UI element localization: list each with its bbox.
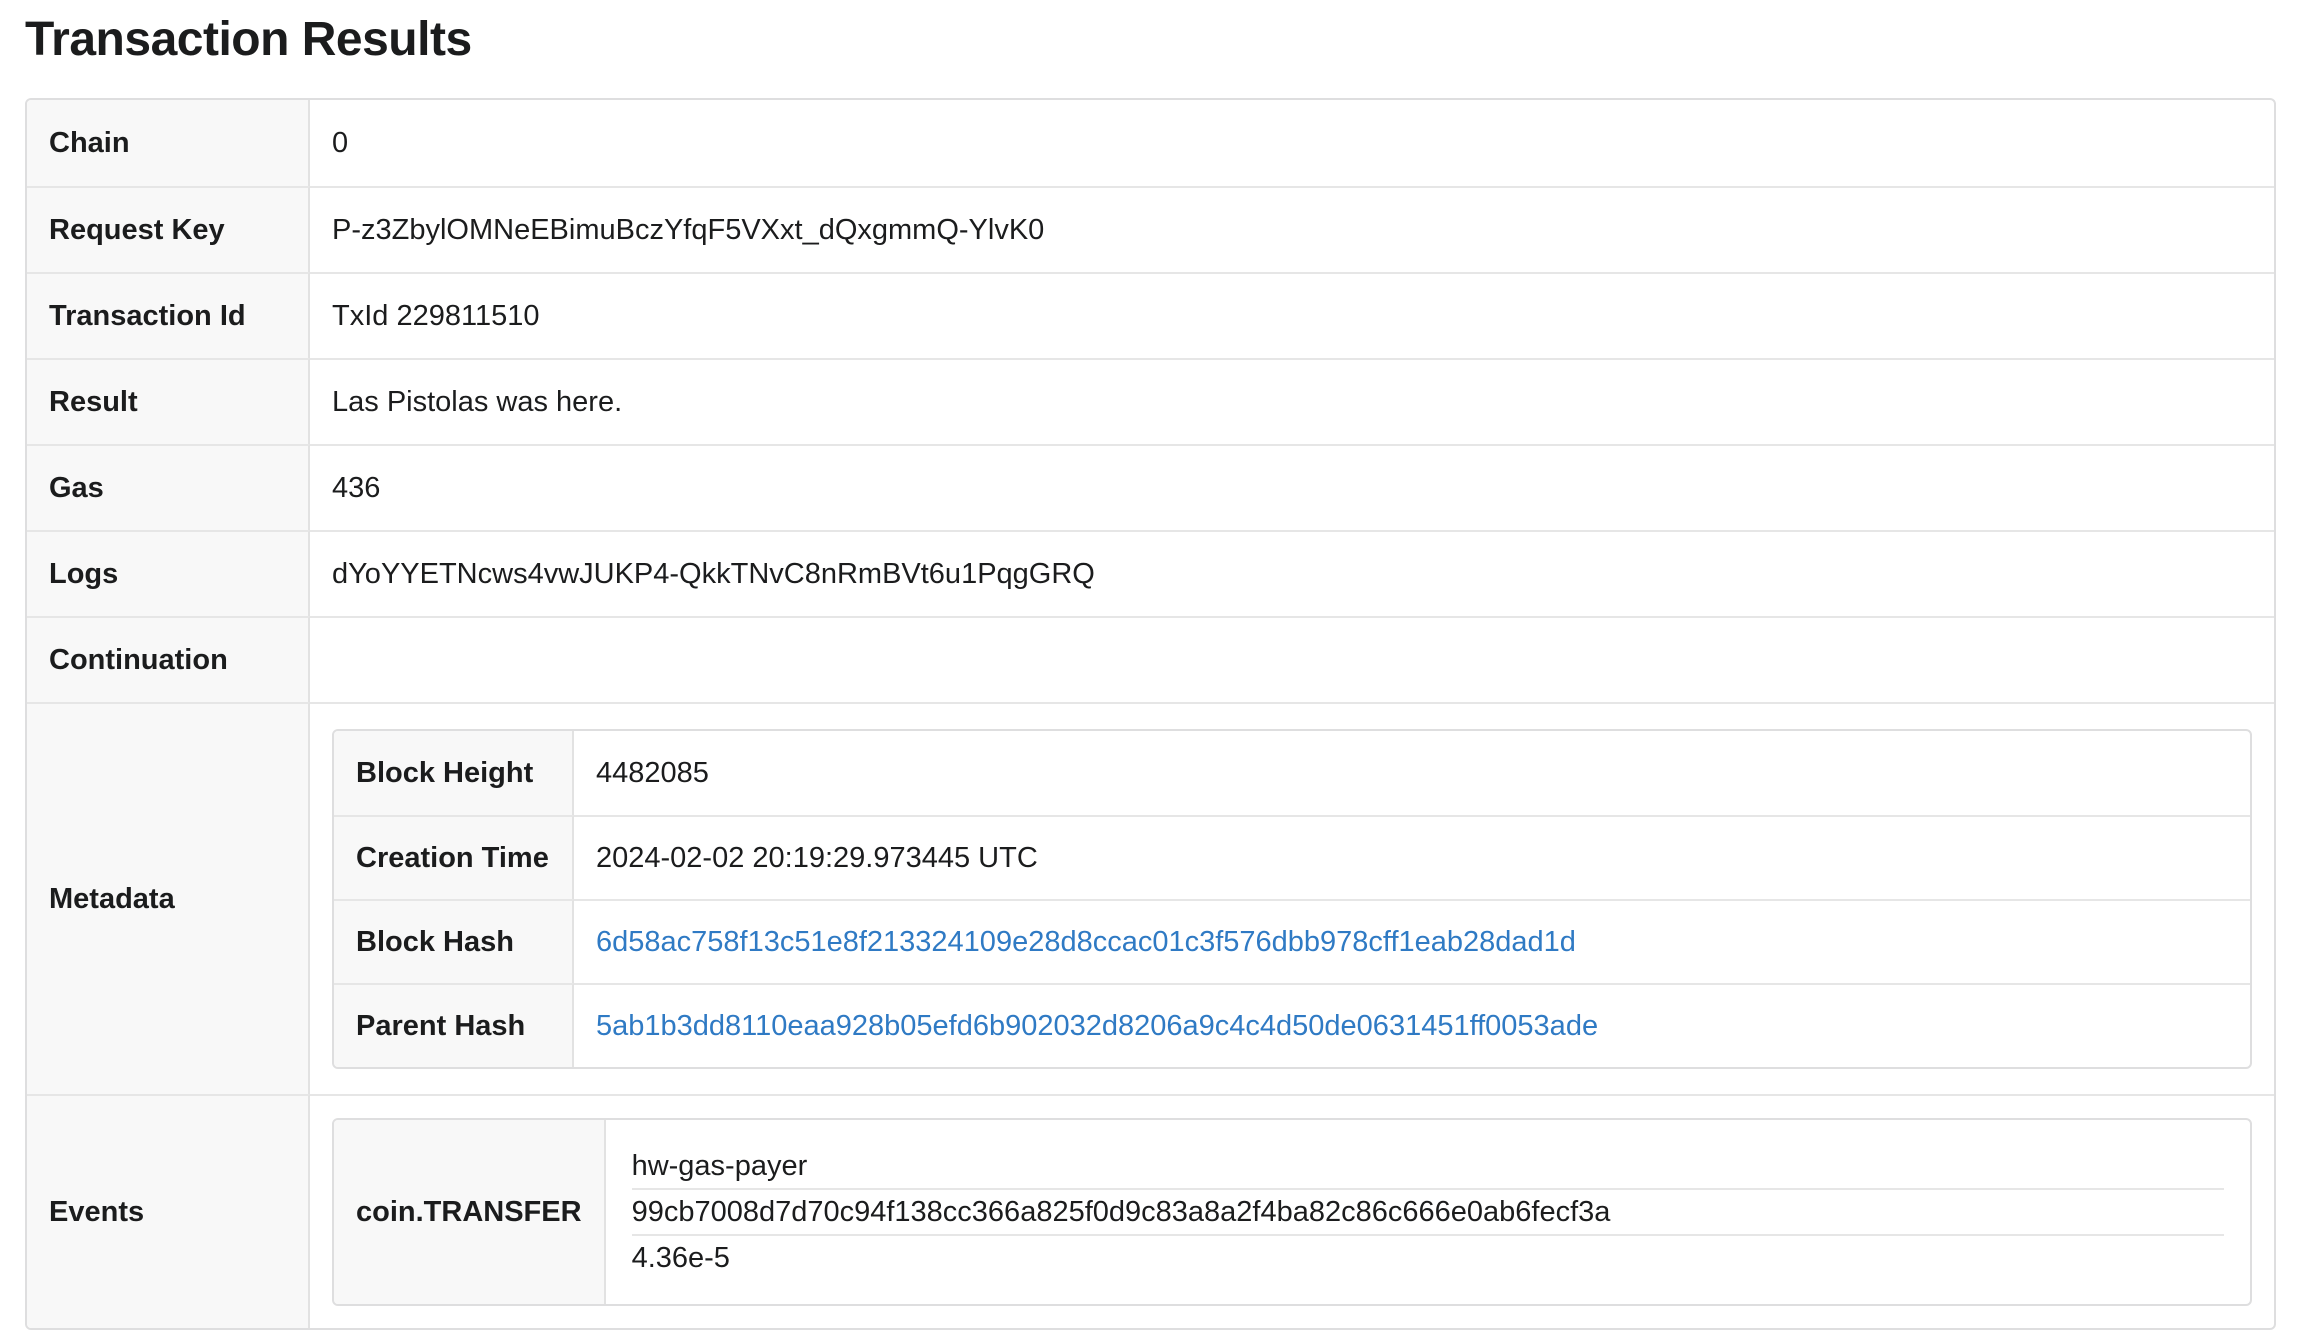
row-label: Parent Hash — [334, 983, 574, 1067]
result-value: Las Pistolas was here. — [310, 358, 2274, 444]
table-row-gas: Gas 436 — [27, 444, 2274, 530]
page-title: Transaction Results — [25, 13, 472, 66]
row-label: Result — [27, 358, 310, 444]
table-row-result: Result Las Pistolas was here. — [27, 358, 2274, 444]
row-label: Metadata — [27, 702, 310, 1094]
block-height-value: 4482085 — [596, 756, 709, 789]
row-label: Creation Time — [334, 815, 574, 899]
row-label: Transaction Id — [27, 272, 310, 358]
parent-hash-link[interactable]: 5ab1b3dd8110eaa928b05efd6b902032d8206a9c… — [596, 1010, 1598, 1042]
table-row-creation-time: Creation Time 2024-02-02 20:19:29.973445… — [334, 815, 2250, 899]
row-label: Request Key — [27, 186, 310, 272]
event-row: coin.TRANSFER hw-gas-payer 99cb7008d7d70… — [334, 1120, 2250, 1304]
transaction-id-value: TxId 229811510 — [310, 272, 2274, 358]
row-label: Continuation — [27, 616, 310, 702]
events-cell: coin.TRANSFER hw-gas-payer 99cb7008d7d70… — [310, 1094, 2274, 1328]
event-name: coin.TRANSFER — [334, 1120, 606, 1304]
metadata-table: Block Height 4482085 Creation Time 2024-… — [332, 729, 2252, 1069]
table-row-transaction-id: Transaction Id TxId 229811510 — [27, 272, 2274, 358]
creation-time-value: 2024-02-02 20:19:29.973445 UTC — [574, 815, 2250, 899]
transaction-results-table: Chain 0 Request Key P-z3ZbylOMNeEBimuBcz… — [25, 98, 2276, 1330]
table-row-block-height: Block Height 4482085 — [334, 731, 2250, 815]
continuation-value — [310, 616, 2274, 702]
table-row-chain: Chain 0 — [27, 100, 2274, 186]
event-param: hw-gas-payer — [631, 1150, 808, 1182]
table-row-logs: Logs dYoYYETNcws4vwJUKP4-QkkTNvC8nRmBVt6… — [27, 530, 2274, 616]
parent-hash-cell: 5ab1b3dd8110eaa928b05efd6b902032d8206a9c… — [574, 983, 2250, 1067]
table-row-request-key: Request Key P-z3ZbylOMNeEBimuBczYfqF5VXx… — [27, 186, 2274, 272]
row-label: Block Hash — [334, 899, 574, 983]
event-params: hw-gas-payer 99cb7008d7d70c94f138cc366a8… — [606, 1120, 2250, 1304]
chain-value: 0 — [332, 126, 349, 159]
request-key-value: P-z3ZbylOMNeEBimuBczYfqF5VXxt_dQxgmmQ-Yl… — [310, 186, 2274, 272]
row-label: Gas — [27, 444, 310, 530]
events-table: coin.TRANSFER hw-gas-payer 99cb7008d7d70… — [332, 1118, 2252, 1306]
event-param: 99cb7008d7d70c94f138cc366a825f0d9c83a8a2… — [631, 1188, 2224, 1234]
gas-value: 436 — [310, 444, 2274, 530]
table-row-parent-hash: Parent Hash 5ab1b3dd8110eaa928b05efd6b90… — [334, 983, 2250, 1067]
table-row-continuation: Continuation — [27, 616, 2274, 702]
row-label: Logs — [27, 530, 310, 616]
table-row-block-hash: Block Hash 6d58ac758f13c51e8f213324109e2… — [334, 899, 2250, 983]
row-label: Events — [27, 1094, 310, 1328]
event-param: 4.36e-5 — [631, 1234, 2224, 1280]
block-hash-cell: 6d58ac758f13c51e8f213324109e28d8ccac01c3… — [574, 899, 2250, 983]
row-label: Chain — [27, 100, 310, 186]
block-hash-link[interactable]: 6d58ac758f13c51e8f213324109e28d8ccac01c3… — [596, 926, 1576, 958]
table-row-events: Events coin.TRANSFER hw-gas-payer 99cb70… — [27, 1094, 2274, 1328]
table-row-metadata: Metadata Block Height 4482085 Creation T… — [27, 702, 2274, 1094]
row-label: Block Height — [334, 731, 574, 815]
logs-value: dYoYYETNcws4vwJUKP4-QkkTNvC8nRmBVt6u1Pqg… — [310, 530, 2274, 616]
page: Transaction Results — [0, 0, 2298, 70]
metadata-cell: Block Height 4482085 Creation Time 2024-… — [310, 702, 2274, 1094]
